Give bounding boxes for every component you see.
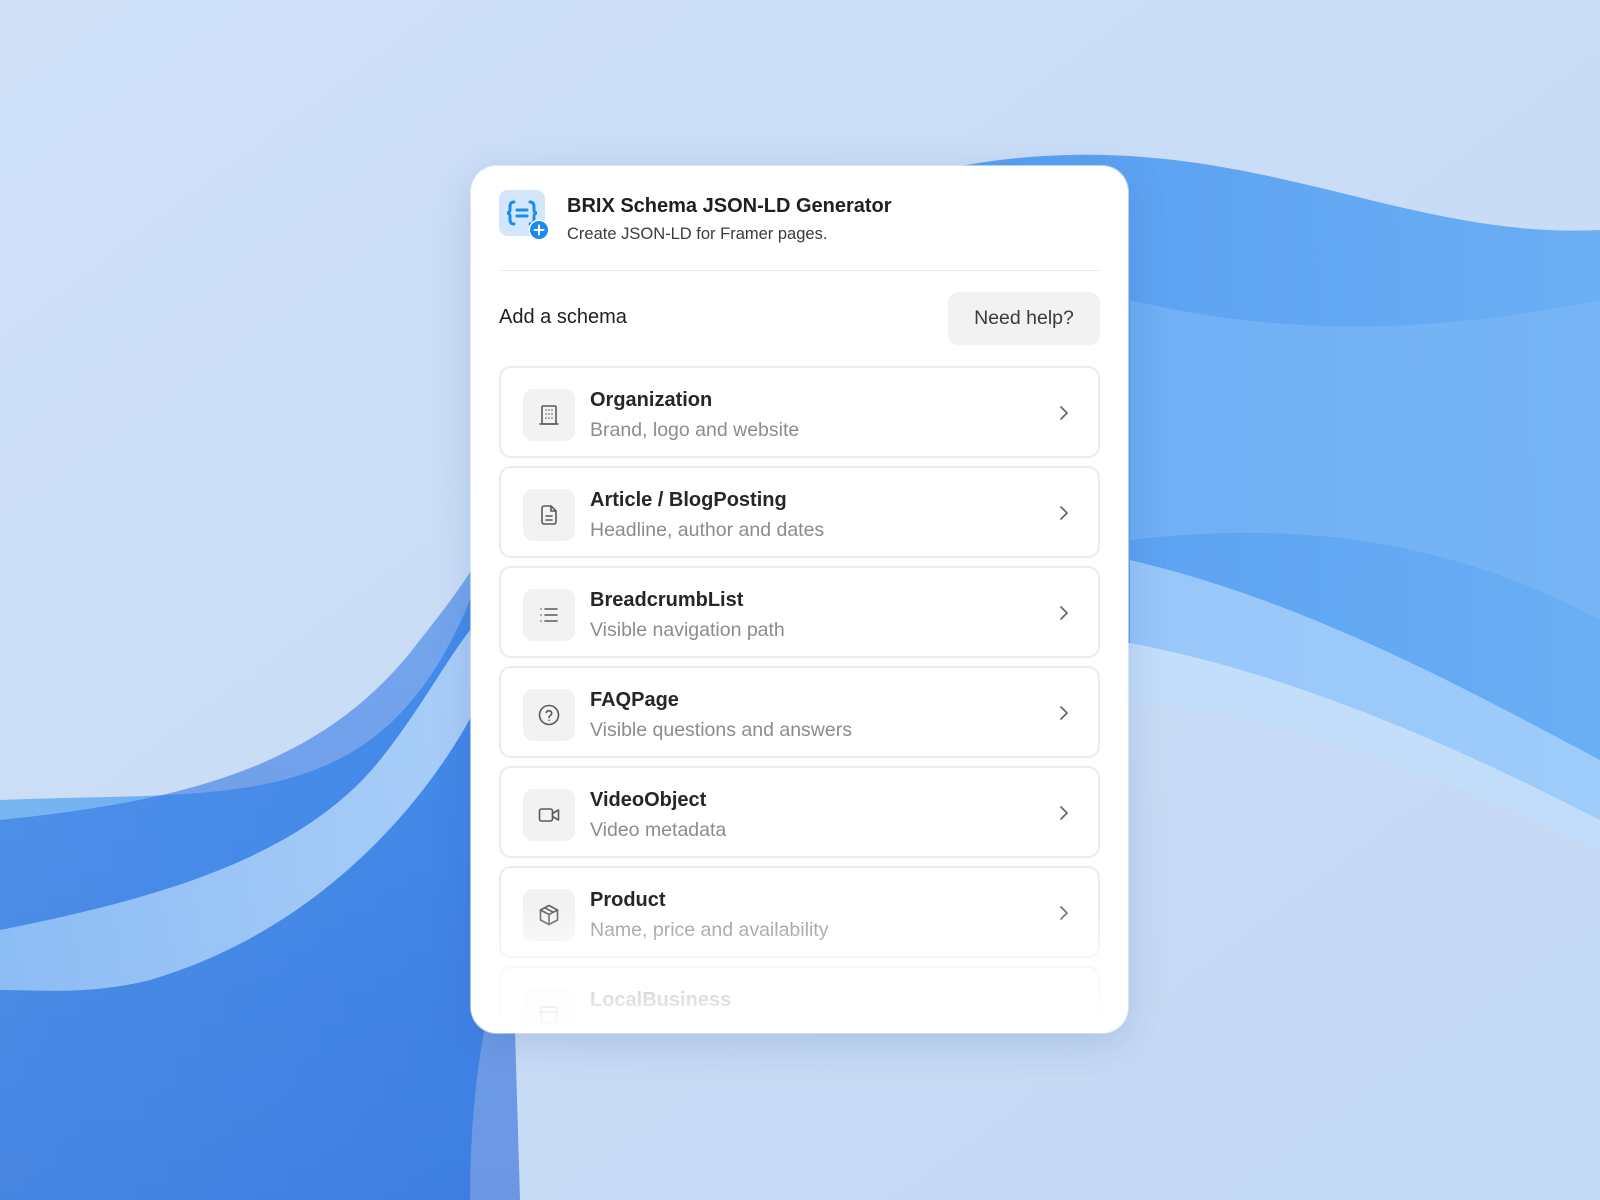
schema-row-faqpage[interactable]: FAQPage Visible questions and answers [499,666,1100,758]
schema-list: Organization Brand, logo and website Art… [499,366,1100,1033]
schema-row-videoobject[interactable]: VideoObject Video metadata [499,766,1100,858]
schema-description: Visible navigation path [590,619,785,641]
row-icon-container [523,889,575,941]
schema-description: Name, price and availability [590,919,829,941]
schema-row-breadcrumblist[interactable]: BreadcrumbList Visible navigation path [499,566,1100,658]
schema-description: Visible questions and answers [590,719,852,741]
row-icon-container [523,389,575,441]
row-icon-container [523,589,575,641]
schema-row-organization[interactable]: Organization Brand, logo and website [499,366,1100,458]
store-icon [539,1006,559,1024]
schema-title: LocalBusiness [590,989,732,1011]
chevron-right-icon [1060,706,1068,720]
section-title: Add a schema [499,306,627,328]
chevron-right-icon [1060,606,1068,620]
chevron-right-icon [1060,806,1068,820]
schema-row-article[interactable]: Article / BlogPosting Headline, author a… [499,466,1100,558]
schema-title: Organization [590,389,713,411]
chevron-right-icon [1060,406,1068,420]
row-icon-container [523,789,575,841]
question-circle-icon [538,704,560,726]
row-icon-container [523,989,575,1033]
chevron-right-icon [1060,506,1068,520]
chevron-right-icon [1060,906,1068,920]
schema-description: Headline, author and dates [590,519,825,541]
need-help-button[interactable]: Need help? [948,292,1100,345]
schema-row-localbusiness[interactable]: LocalBusiness [499,966,1100,1033]
row-icon-container [523,489,575,541]
schema-title: VideoObject [590,789,707,811]
schema-description: Video metadata [590,819,727,841]
plugin-header: BRIX Schema JSON-LD Generator Create JSO… [499,190,1100,271]
app-subtitle: Create JSON-LD for Framer pages. [567,225,828,243]
schema-title: BreadcrumbList [590,589,744,611]
schema-title: Product [590,889,666,911]
schema-description: Brand, logo and website [590,419,800,441]
app-icon [499,190,550,241]
schema-title: Article / BlogPosting [590,489,787,511]
box-icon [539,904,559,926]
list-icon [540,608,558,622]
schema-row-product[interactable]: Product Name, price and availability [499,866,1100,958]
video-camera-icon [538,808,560,822]
plus-circle-icon [528,219,550,241]
schema-title: FAQPage [590,689,679,711]
row-icon-container [523,689,575,741]
plugin-panel: BRIX Schema JSON-LD Generator Create JSO… [471,166,1128,1033]
document-icon [541,505,557,525]
app-title: BRIX Schema JSON-LD Generator [567,195,892,217]
building-icon [539,405,559,425]
